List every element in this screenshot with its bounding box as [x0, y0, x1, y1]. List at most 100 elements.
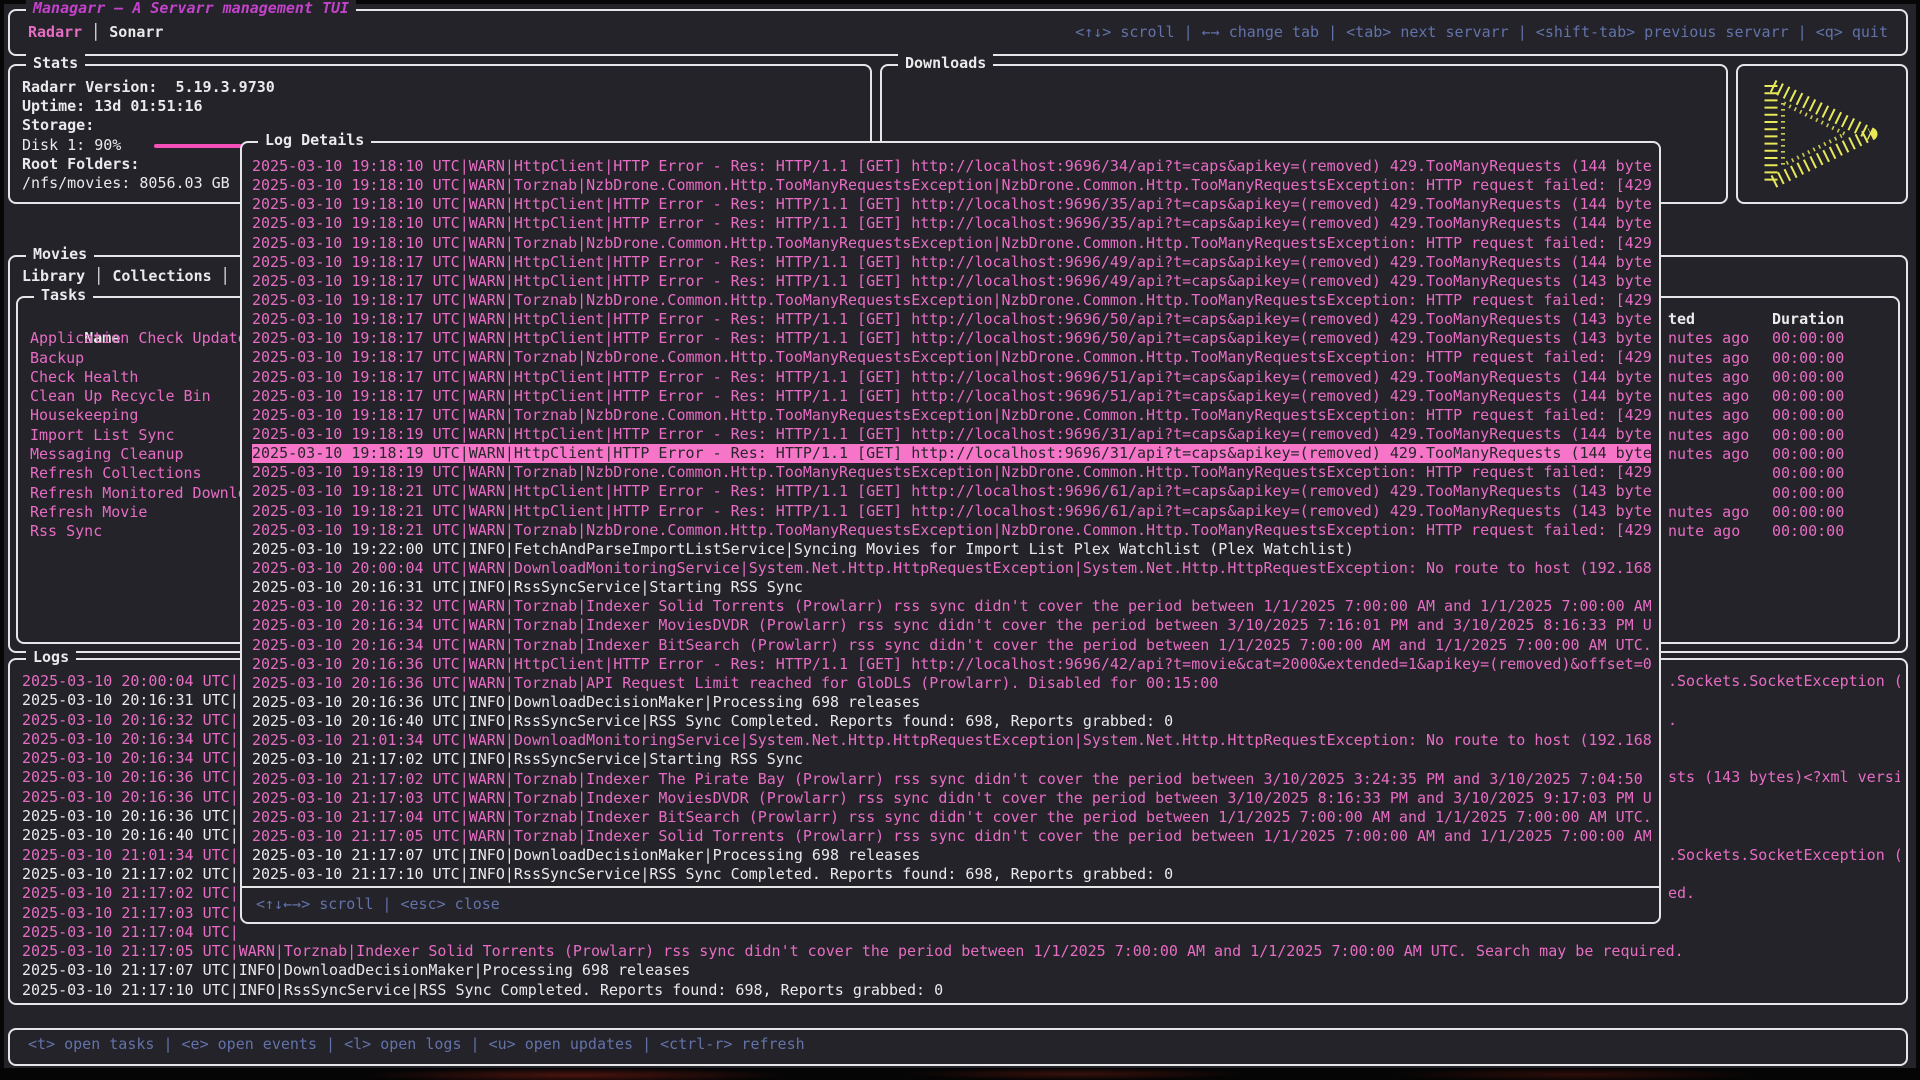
tab-divider: │ — [85, 267, 112, 285]
log-detail-line[interactable]: 2025-03-10 21:17:02 UTC|WARN|Torznab|Ind… — [252, 770, 1651, 789]
header-panel: Managarr — A Servarr management TUI Rada… — [8, 9, 1908, 56]
logs-panel-title: Logs — [26, 648, 76, 666]
tab-sonarr[interactable]: Sonarr — [109, 23, 163, 41]
log-row-text: 2025-03-10 20:16:34 UTC| — [22, 730, 239, 748]
log-detail-line[interactable]: 2025-03-10 19:18:10 UTC|WARN|HttpClient|… — [252, 195, 1651, 214]
log-details-modal[interactable]: Log Details 2025-03-10 19:18:10 UTC|WARN… — [240, 141, 1661, 924]
log-detail-line[interactable]: 2025-03-10 19:18:17 UTC|WARN|HttpClient|… — [252, 310, 1651, 329]
log-detail-line[interactable]: 2025-03-10 19:18:21 UTC|WARN|Torznab|Nzb… — [252, 521, 1651, 540]
log-detail-line[interactable]: 2025-03-10 20:16:36 UTC|INFO|DownloadDec… — [252, 693, 1651, 712]
bottom-keybindings: <t> open tasks | <e> open events | <l> o… — [28, 1035, 805, 1053]
log-detail-line[interactable]: 2025-03-10 19:18:17 UTC|WARN|HttpClient|… — [252, 272, 1651, 291]
log-detail-line[interactable]: 2025-03-10 19:18:17 UTC|WARN|HttpClient|… — [252, 329, 1651, 348]
log-detail-line[interactable]: 2025-03-10 19:18:10 UTC|WARN|HttpClient|… — [252, 157, 1651, 176]
task-last-executed: nutes ago — [1668, 349, 1749, 368]
log-detail-line[interactable]: 2025-03-10 21:17:10 UTC|INFO|RssSyncServ… — [252, 865, 1651, 884]
storage-label: Storage: — [22, 116, 94, 134]
task-name: Rss Sync — [30, 522, 102, 540]
task-duration: 00:00:00 — [1772, 522, 1844, 541]
log-row[interactable]: 2025-03-10 21:17:07 UTC|INFO|DownloadDec… — [22, 961, 1900, 980]
log-detail-line[interactable]: 2025-03-10 19:18:17 UTC|WARN|HttpClient|… — [252, 368, 1651, 387]
log-detail-line[interactable]: 2025-03-10 19:18:21 UTC|WARN|HttpClient|… — [252, 502, 1651, 521]
log-detail-line[interactable]: 2025-03-10 21:17:05 UTC|WARN|Torznab|Ind… — [252, 827, 1651, 846]
task-last-executed: nutes ago — [1668, 368, 1749, 387]
tab-radarr[interactable]: Radarr — [28, 23, 82, 41]
task-last-executed: nutes ago — [1668, 426, 1749, 445]
log-detail-line[interactable]: 2025-03-10 19:18:21 UTC|WARN|HttpClient|… — [252, 482, 1651, 501]
root-folders-label: Root Folders: — [22, 155, 139, 173]
version-value: 5.19.3.9730 — [175, 78, 274, 96]
task-duration: 00:00:00 — [1772, 445, 1844, 464]
log-detail-line[interactable]: 2025-03-10 19:18:19 UTC|WARN|HttpClient|… — [252, 425, 1651, 444]
log-detail-line[interactable]: 2025-03-10 21:17:03 UTC|WARN|Torznab|Ind… — [252, 789, 1651, 808]
log-detail-line[interactable]: 2025-03-10 19:18:17 UTC|WARN|Torznab|Nzb… — [252, 406, 1651, 425]
log-row-text: 2025-03-10 20:16:32 UTC| — [22, 711, 239, 729]
log-detail-line[interactable]: 2025-03-10 19:18:17 UTC|WARN|Torznab|Nzb… — [252, 348, 1651, 367]
task-duration: 00:00:00 — [1772, 329, 1844, 348]
log-row-text: 2025-03-10 20:16:36 UTC| — [22, 768, 239, 786]
log-detail-line[interactable]: 2025-03-10 19:18:19 UTC|WARN|HttpClient|… — [252, 444, 1651, 463]
log-details-keybindings: <↑↓←→> scroll | <esc> close — [242, 886, 1659, 922]
log-detail-line[interactable]: 2025-03-10 19:18:10 UTC|WARN|Torznab|Nzb… — [252, 234, 1651, 253]
tab-collections[interactable]: Collections — [112, 267, 211, 285]
desktop-background-strip — [0, 1068, 1920, 1080]
log-row[interactable]: 2025-03-10 21:17:10 UTC|INFO|RssSyncServ… — [22, 981, 1900, 1000]
log-detail-line[interactable]: 2025-03-10 19:18:17 UTC|WARN|HttpClient|… — [252, 253, 1651, 272]
log-detail-line[interactable]: 2025-03-10 21:17:07 UTC|INFO|DownloadDec… — [252, 846, 1651, 865]
log-detail-line[interactable]: 2025-03-10 19:18:17 UTC|WARN|HttpClient|… — [252, 387, 1651, 406]
task-last-executed: nutes ago — [1668, 445, 1749, 464]
tasks-panel-title: Tasks — [34, 286, 93, 304]
task-name: Application Check Update — [30, 329, 247, 347]
movies-panel-title: Movies — [26, 245, 94, 263]
managarr-logo — [1736, 64, 1908, 204]
log-detail-line[interactable]: 2025-03-10 19:18:17 UTC|WARN|Torznab|Nzb… — [252, 291, 1651, 310]
uptime-label: Uptime: — [22, 97, 85, 115]
log-row-text: 2025-03-10 21:01:34 UTC| — [22, 846, 239, 864]
log-detail-line[interactable]: 2025-03-10 21:17:02 UTC|INFO|RssSyncServ… — [252, 750, 1651, 769]
log-detail-line[interactable]: 2025-03-10 19:18:10 UTC|WARN|Torznab|Nzb… — [252, 176, 1651, 195]
log-row-text: 2025-03-10 20:16:31 UTC| — [22, 691, 239, 709]
log-detail-line[interactable]: 2025-03-10 19:18:10 UTC|WARN|HttpClient|… — [252, 214, 1651, 233]
tasks-col-duration: Duration — [1772, 310, 1844, 329]
task-duration: 00:00:00 — [1772, 464, 1844, 483]
log-row[interactable]: 2025-03-10 21:17:04 UTC| — [22, 923, 1900, 942]
log-details-title: Log Details — [258, 131, 371, 149]
log-details-lines[interactable]: 2025-03-10 19:18:10 UTC|WARN|HttpClient|… — [252, 157, 1651, 884]
log-row-tail: .Sockets.SocketException ( — [1668, 846, 1900, 865]
log-detail-line[interactable]: 2025-03-10 20:16:40 UTC|INFO|RssSyncServ… — [252, 712, 1651, 731]
log-row-text: 2025-03-10 21:17:05 UTC|WARN|Torznab|Ind… — [22, 942, 1684, 960]
log-detail-line[interactable]: 2025-03-10 19:18:19 UTC|WARN|Torznab|Nzb… — [252, 463, 1651, 482]
log-detail-line[interactable]: 2025-03-10 20:00:04 UTC|WARN|DownloadMon… — [252, 559, 1651, 578]
disk-usage-text: Disk 1: 90% — [22, 136, 121, 154]
task-duration: 00:00:00 — [1772, 349, 1844, 368]
task-duration: 00:00:00 — [1772, 484, 1844, 503]
task-last-executed: nutes ago — [1668, 329, 1749, 348]
stats-panel-title: Stats — [26, 54, 85, 72]
log-detail-line[interactable]: 2025-03-10 20:16:36 UTC|WARN|HttpClient|… — [252, 655, 1651, 674]
log-detail-line[interactable]: 2025-03-10 20:16:36 UTC|WARN|Torznab|API… — [252, 674, 1651, 693]
version-label: Radarr Version: — [22, 78, 157, 96]
task-duration: 00:00:00 — [1772, 368, 1844, 387]
log-detail-line[interactable]: 2025-03-10 20:16:34 UTC|WARN|Torznab|Ind… — [252, 636, 1651, 655]
tab-library[interactable]: Library — [22, 267, 85, 285]
log-detail-line[interactable]: 2025-03-10 21:01:34 UTC|WARN|DownloadMon… — [252, 731, 1651, 750]
log-detail-line[interactable]: 2025-03-10 20:16:31 UTC|INFO|RssSyncServ… — [252, 578, 1651, 597]
task-name: Backup — [30, 349, 84, 367]
task-name: Import List Sync — [30, 426, 175, 444]
log-detail-line[interactable]: 2025-03-10 21:17:04 UTC|WARN|Torznab|Ind… — [252, 808, 1651, 827]
task-last-executed: nute ago — [1668, 522, 1740, 541]
log-row-text: 2025-03-10 21:17:04 UTC| — [22, 923, 239, 941]
log-row-text: 2025-03-10 21:17:02 UTC| — [22, 884, 239, 902]
log-row-text: 2025-03-10 20:16:40 UTC| — [22, 826, 239, 844]
log-row-text: 2025-03-10 21:17:07 UTC|INFO|DownloadDec… — [22, 961, 690, 979]
task-name: Clean Up Recycle Bin — [30, 387, 211, 405]
log-row-text: 2025-03-10 21:17:10 UTC|INFO|RssSyncServ… — [22, 981, 943, 999]
log-row-text: 2025-03-10 20:16:36 UTC| — [22, 807, 239, 825]
log-detail-line[interactable]: 2025-03-10 20:16:34 UTC|WARN|Torznab|Ind… — [252, 616, 1651, 635]
log-detail-line[interactable]: 2025-03-10 19:22:00 UTC|INFO|FetchAndPar… — [252, 540, 1651, 559]
play-triangle-icon — [1759, 75, 1885, 193]
log-detail-line[interactable]: 2025-03-10 20:16:32 UTC|WARN|Torznab|Ind… — [252, 597, 1651, 616]
tasks-col-last-executed: ted — [1668, 310, 1695, 329]
log-row[interactable]: 2025-03-10 21:17:05 UTC|WARN|Torznab|Ind… — [22, 942, 1900, 961]
task-name: Messaging Cleanup — [30, 445, 184, 463]
